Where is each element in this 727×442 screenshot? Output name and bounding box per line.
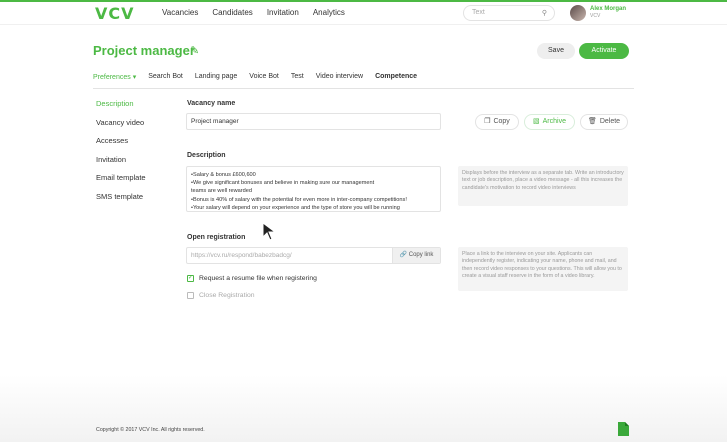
sidebar-item-description[interactable]: Description <box>96 99 146 118</box>
copy-link-button[interactable]: 🔗 Copy link <box>392 248 440 263</box>
nav-analytics[interactable]: Analytics <box>313 8 345 17</box>
main-nav: Vacancies Candidates Invitation Analytic… <box>162 8 345 17</box>
search-placeholder: Text <box>472 9 485 16</box>
preferences-sidebar: Description Vacancy video Accesses Invit… <box>96 99 146 210</box>
tab-preferences[interactable]: Preferences ▾ <box>93 73 136 81</box>
nav-vacancies[interactable]: Vacancies <box>162 8 198 17</box>
description-line: •We give significant bonuses and believe… <box>191 180 375 187</box>
description-line: •Salary & bonus £600,600 <box>191 172 256 178</box>
vcv-logo[interactable]: VCV <box>95 4 135 23</box>
checkbox-unchecked-icon[interactable] <box>187 292 194 299</box>
save-button[interactable]: Save <box>537 43 575 59</box>
copy-icon: ❐ <box>484 118 491 125</box>
resume-checkbox-label: Request a resume file when registering <box>199 275 317 282</box>
tab-test[interactable]: Test <box>291 73 304 81</box>
tab-search-bot[interactable]: Search Bot <box>148 73 183 81</box>
green-document-icon[interactable] <box>618 422 629 436</box>
description-textarea[interactable]: •Salary & bonus £600,600 •We give signif… <box>186 166 441 212</box>
description-line: •Your salary will depend on your experie… <box>191 204 400 211</box>
mouse-cursor-icon <box>262 222 277 241</box>
registration-hint: Place a link to the interview on your si… <box>458 247 628 291</box>
vacancy-name-label: Vacancy name <box>187 100 236 107</box>
open-registration-label: Open registration <box>187 234 246 241</box>
description-hint: Displays before the interview as a separ… <box>458 166 628 206</box>
tab-video-interview[interactable]: Video interview <box>316 73 363 81</box>
search-input[interactable]: Text ⚲ <box>463 5 555 21</box>
archive-label: Archive <box>542 118 566 125</box>
vacancy-name-value: Project manager <box>191 118 239 125</box>
edit-pencil-icon[interactable]: ✎ <box>190 44 199 57</box>
trash-icon: 🗑 <box>587 118 597 125</box>
vacancy-name-input[interactable]: Project manager <box>186 113 441 130</box>
close-registration-label: Close Registration <box>199 292 255 299</box>
nav-invitation[interactable]: Invitation <box>267 8 299 17</box>
tabs-underline <box>93 88 634 89</box>
checkbox-checked-icon[interactable]: ✓ <box>187 275 194 282</box>
sidebar-item-vacancy-video[interactable]: Vacancy video <box>96 118 146 137</box>
copyright-text: Copyright © 2017 VCV Inc. All rights res… <box>96 427 205 433</box>
description-line: •Bonus is 40% of salary with the potenti… <box>191 196 407 203</box>
avatar[interactable] <box>570 5 586 21</box>
tab-voice-bot[interactable]: Voice Bot <box>249 73 279 81</box>
delete-label: Delete <box>599 118 621 125</box>
header-divider <box>0 24 727 25</box>
sidebar-item-accesses[interactable]: Accesses <box>96 136 146 155</box>
tab-competence[interactable]: Competence <box>375 73 417 81</box>
copy-link-label: Copy link <box>408 252 434 258</box>
description-label: Description <box>187 152 226 159</box>
copy-label: Copy <box>493 118 510 125</box>
user-org: VCV <box>590 13 601 19</box>
sidebar-item-email-template[interactable]: Email template <box>96 173 146 192</box>
sidebar-item-invitation[interactable]: Invitation <box>96 155 146 174</box>
copy-button[interactable]: ❐ Copy <box>475 114 519 130</box>
description-line: teams are well rewarded <box>191 188 252 195</box>
archive-icon: ▧ <box>533 118 540 125</box>
app-header: VCV Vacancies Candidates Invitation Anal… <box>0 2 727 24</box>
resume-checkbox-row[interactable]: ✓ Request a resume file when registering <box>187 275 317 282</box>
archive-button[interactable]: ▧ Archive <box>524 114 575 130</box>
registration-url-value: https://vcv.ru/respond/babezbadcg/ <box>191 252 292 259</box>
tab-landing-page[interactable]: Landing page <box>195 73 237 81</box>
page-title: Project manager <box>93 43 195 58</box>
link-icon: 🔗 <box>399 252 408 258</box>
delete-button[interactable]: 🗑 Delete <box>580 114 628 130</box>
vacancy-tabs: Preferences ▾ Search Bot Landing page Vo… <box>93 73 417 81</box>
activate-button[interactable]: Activate <box>579 43 629 59</box>
user-name[interactable]: Alex Morgan <box>590 6 626 12</box>
sidebar-item-sms-template[interactable]: SMS template <box>96 192 146 211</box>
nav-candidates[interactable]: Candidates <box>212 8 252 17</box>
search-icon[interactable]: ⚲ <box>542 9 547 17</box>
close-registration-row[interactable]: Close Registration <box>187 292 255 299</box>
tab-preferences-label: Preferences <box>93 74 131 81</box>
chevron-down-icon: ▾ <box>132 74 137 81</box>
